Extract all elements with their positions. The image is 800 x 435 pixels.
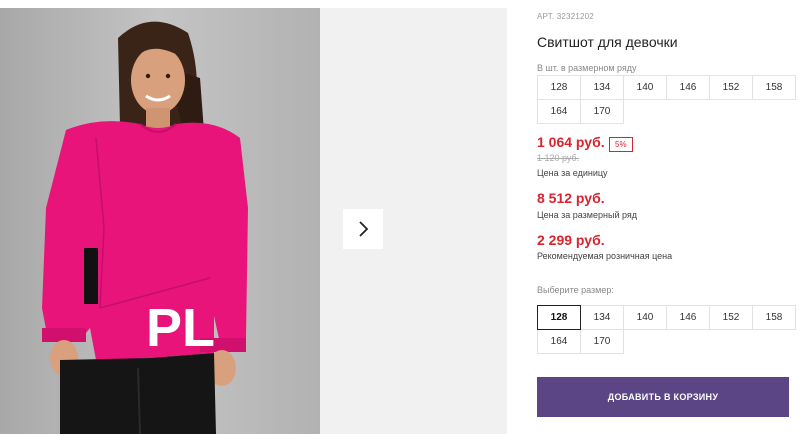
product-info-panel: АРТ. 32321202 Свитшот для девочки В шт. … (537, 0, 800, 435)
next-image-button[interactable] (343, 209, 383, 249)
product-gallery: PL (0, 8, 507, 434)
size-option[interactable]: 146 (666, 305, 710, 330)
size-option[interactable]: 152 (709, 305, 753, 330)
retail-price: 2 299 руб. (537, 232, 605, 248)
size-row-label: В шт. в размерном ряду (537, 63, 637, 73)
retail-price-caption: Рекомендуемая розничная цена (537, 251, 673, 261)
discount-badge: 5% (609, 137, 633, 152)
size-option[interactable]: 140 (623, 305, 667, 330)
size-selector: 128 134 140 146 152 158 164 170 (537, 305, 796, 354)
size-row-price-caption: Цена за размерный ряд (537, 210, 638, 220)
girl-in-pink-sweatshirt-image: PL (0, 8, 320, 434)
size-option[interactable]: 134 (580, 305, 624, 330)
size-row-price: 8 512 руб. (537, 190, 605, 206)
size-row-cell: 140 (623, 75, 667, 100)
size-row-cell: 128 (537, 75, 581, 100)
size-row-cell: 134 (580, 75, 624, 100)
unit-price-caption: Цена за единицу (537, 168, 608, 178)
size-row-cell: 164 (537, 99, 581, 124)
size-option[interactable]: 164 (537, 329, 581, 354)
size-option-selected[interactable]: 128 (537, 305, 581, 330)
add-to-cart-button[interactable]: ДОБАВИТЬ В КОРЗИНУ (537, 377, 789, 417)
size-row-grid: 128 134 140 146 152 158 164 170 (537, 75, 796, 124)
old-price: 1 120 руб. (537, 153, 580, 163)
product-title: Свитшот для девочки (537, 34, 678, 50)
size-row-cell: 146 (666, 75, 710, 100)
size-option[interactable]: 170 (580, 329, 624, 354)
product-photo[interactable]: PL (0, 8, 320, 434)
size-row-cell: 152 (709, 75, 753, 100)
choose-size-label: Выберите размер: (537, 285, 614, 295)
size-row-cell: 170 (580, 99, 624, 124)
size-row-cell: 158 (752, 75, 796, 100)
size-option[interactable]: 158 (752, 305, 796, 330)
sweatshirt-print-text: PL (146, 298, 215, 358)
product-sku: АРТ. 32321202 (537, 12, 594, 21)
chevron-right-icon (359, 221, 369, 237)
pink-sweatshirt (42, 121, 248, 360)
unit-price: 1 064 руб. (537, 134, 605, 150)
